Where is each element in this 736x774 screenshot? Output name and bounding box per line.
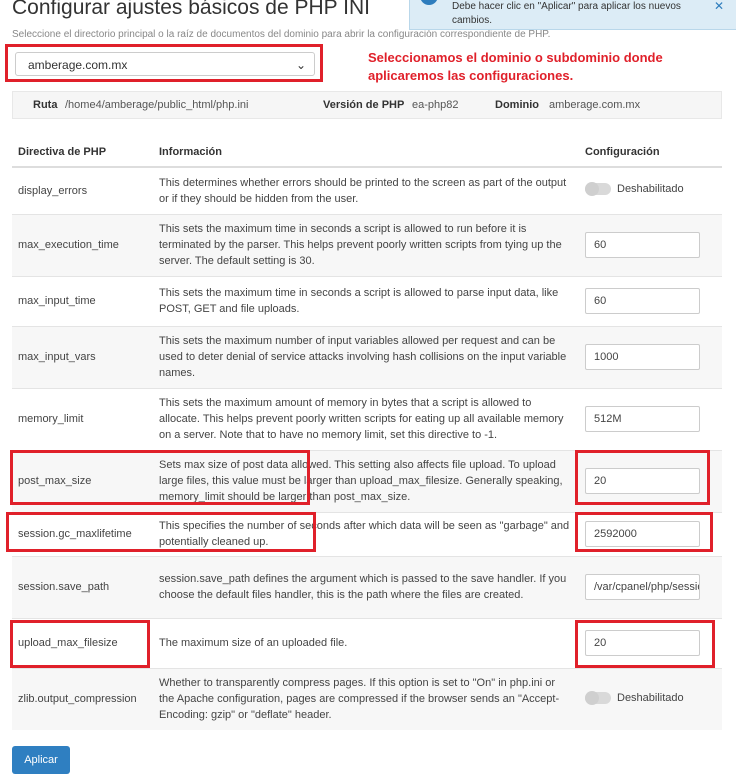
table-row: memory_limit This sets the maximum amoun… (12, 387, 722, 450)
config-cell: 1000 (579, 325, 722, 388)
table-row: display_errors This determines whether e… (12, 166, 722, 214)
info-icon: i (420, 0, 438, 5)
version-value: ea-php82 (412, 99, 459, 111)
memory-limit-input[interactable]: 512M (585, 406, 700, 432)
post-max-size-input[interactable]: 20 (585, 468, 700, 494)
table-row: upload_max_filesize The maximum size of … (12, 617, 722, 668)
zlib-compression-toggle[interactable]: Deshabilitado (585, 690, 684, 706)
table-row: max_input_vars This sets the maximum num… (12, 325, 722, 388)
page-subtitle: Seleccione el directorio principal o la … (12, 29, 551, 40)
page-title: Configurar ajustes básicos de PHP INI (12, 0, 370, 19)
table-row: session.gc_maxlifetime This specifies th… (12, 511, 722, 556)
config-cell: 60 (579, 275, 722, 326)
path-info-bar: Ruta /home4/amberage/public_html/php.ini… (12, 91, 722, 119)
session-save-path-input[interactable]: /var/cpanel/php/sessions/ea-php82 (585, 574, 700, 600)
config-cell: /var/cpanel/php/sessions/ea-php82 (579, 555, 722, 618)
path-value: /home4/amberage/public_html/php.ini (65, 99, 249, 111)
directive-info: Sets max size of post data allowed. This… (153, 449, 579, 512)
php-directives-table: Directiva de PHP Información Configuraci… (12, 138, 722, 730)
directive-name: memory_limit (12, 387, 153, 450)
toggle-track (585, 182, 611, 197)
annotation-note: Seleccionamos el dominio o subdominio do… (368, 50, 663, 83)
directive-name: zlib.output_compression (12, 667, 153, 730)
directive-info: session.save_path defines the argument w… (153, 555, 579, 618)
max-input-time-input[interactable]: 60 (585, 288, 700, 314)
directive-info: The maximum size of an uploaded file. (153, 617, 579, 668)
table-row: post_max_size Sets max size of post data… (12, 449, 722, 512)
domain-select-highlight: amberage.com.mx ⌄ (5, 44, 323, 82)
upload-max-filesize-input[interactable]: 20 (585, 630, 700, 656)
directive-info: This determines whether errors should be… (153, 166, 579, 214)
config-cell: 512M (579, 387, 722, 450)
toggle-label: Deshabilitado (617, 691, 684, 704)
directive-info: This sets the maximum time in seconds a … (153, 213, 579, 276)
domain-select-value: amberage.com.mx (28, 58, 128, 72)
directive-info: Whether to transparently compress pages.… (153, 667, 579, 730)
directive-name: max_execution_time (12, 213, 153, 276)
toggle-track (585, 690, 611, 705)
directive-info: This specifies the number of seconds aft… (153, 511, 579, 556)
col-info-header: Información (153, 138, 579, 168)
directive-name: display_errors (12, 166, 153, 214)
directive-name: session.gc_maxlifetime (12, 511, 153, 556)
table-row: zlib.output_compression Whether to trans… (12, 667, 722, 730)
domain-select[interactable]: amberage.com.mx ⌄ (15, 52, 315, 76)
directive-name: max_input_vars (12, 325, 153, 388)
config-cell: 20 (579, 617, 722, 668)
table-row: session.save_path session.save_path defi… (12, 555, 722, 618)
max-execution-time-input[interactable]: 60 (585, 232, 700, 258)
directive-name: max_input_time (12, 275, 153, 326)
config-cell: 60 (579, 213, 722, 276)
apply-notice: i Debe hacer clic en "Aplicar" para apli… (409, 0, 736, 30)
config-cell: Deshabilitado (579, 667, 722, 730)
close-icon[interactable]: ✕ (714, 0, 724, 13)
max-input-vars-input[interactable]: 1000 (585, 344, 700, 370)
toggle-label: Deshabilitado (617, 183, 684, 196)
col-config-header: Configuración (579, 138, 722, 168)
domain-value: amberage.com.mx (549, 99, 641, 111)
config-cell: 2592000 (579, 511, 722, 556)
table-row: max_execution_time This sets the maximum… (12, 213, 722, 276)
directive-info: This sets the maximum amount of memory i… (153, 387, 579, 450)
config-cell: 20 (579, 449, 722, 512)
display-errors-toggle[interactable]: Deshabilitado (585, 181, 684, 197)
directive-name: upload_max_filesize (12, 617, 153, 668)
directive-name: post_max_size (12, 449, 153, 512)
col-directive-header: Directiva de PHP (12, 138, 153, 168)
config-cell: Deshabilitado (579, 166, 722, 214)
directive-name: session.save_path (12, 555, 153, 618)
directive-info: This sets the maximum number of input va… (153, 325, 579, 388)
apply-button[interactable]: Aplicar (12, 746, 70, 774)
directive-info: This sets the maximum time in seconds a … (153, 275, 579, 326)
table-row: max_input_time This sets the maximum tim… (12, 275, 722, 326)
path-label: Ruta (33, 99, 58, 111)
chevron-down-icon: ⌄ (295, 58, 306, 72)
domain-label: Dominio (495, 99, 539, 111)
notice-message: Debe hacer clic en "Aplicar" para aplica… (452, 1, 681, 26)
version-label: Versión de PHP (323, 99, 405, 111)
table-header-row: Directiva de PHP Información Configuraci… (12, 138, 722, 168)
session-gc-maxlifetime-input[interactable]: 2592000 (585, 521, 700, 547)
